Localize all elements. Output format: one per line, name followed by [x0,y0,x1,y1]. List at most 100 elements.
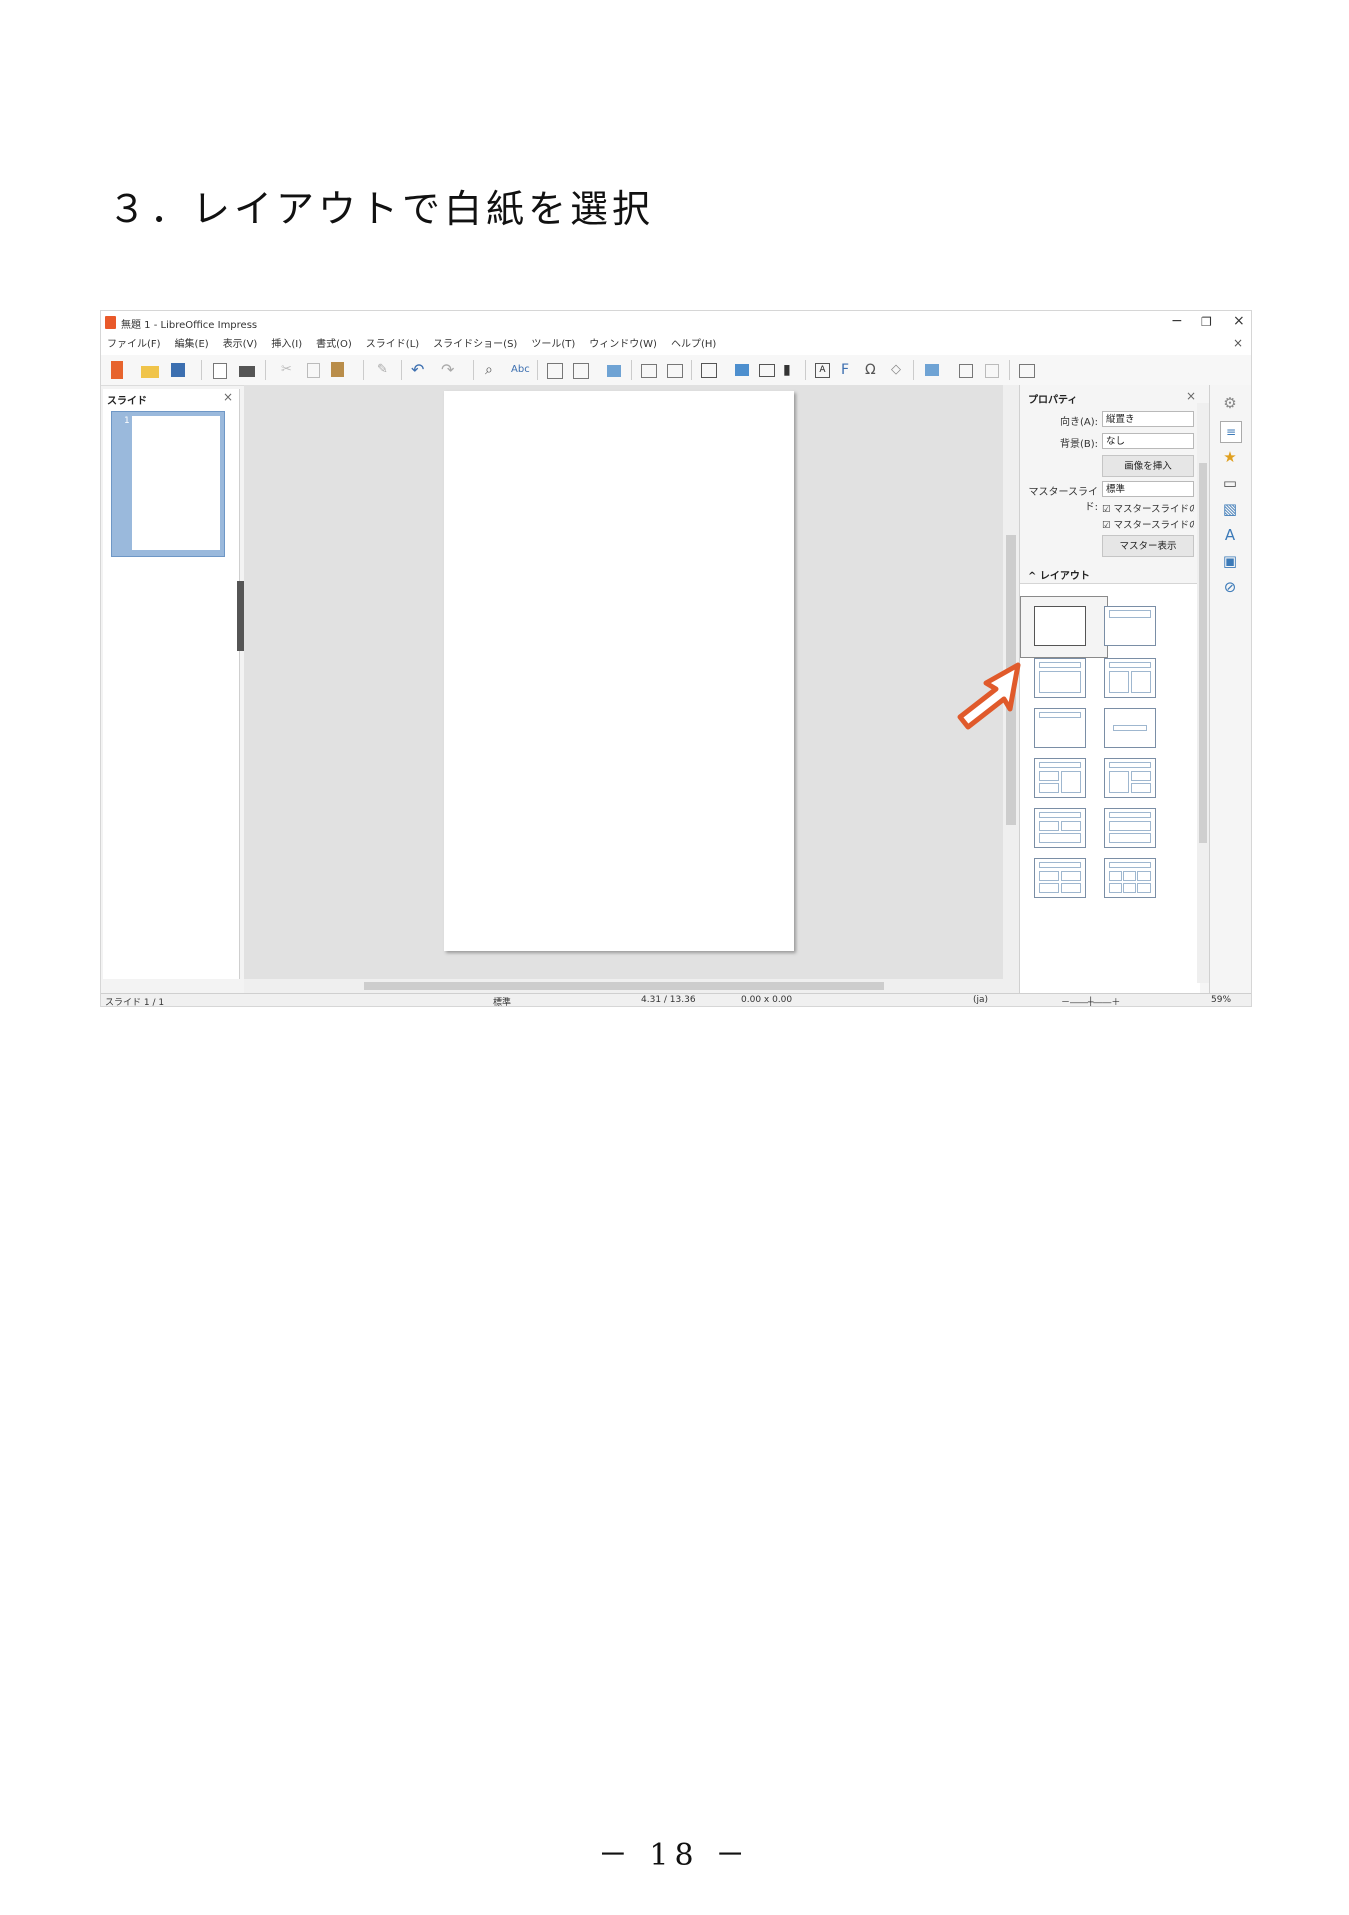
insert-image-button[interactable]: 画像を挿入 [1102,455,1194,477]
display-views-icon[interactable] [573,363,589,379]
master-objects-checkbox[interactable]: ☑ マスタースライドのオブジェクト [1102,517,1194,531]
menu-item-1[interactable]: 編集(E) [175,335,209,355]
orientation-label: 向き(A): [1059,417,1098,428]
toolbar-separator [473,360,474,380]
document-close-icon[interactable]: × [1233,336,1243,350]
layout-title-2-content[interactable] [1104,658,1156,698]
horizontal-scroll-thumb[interactable] [364,982,884,990]
menu-item-4[interactable]: 書式(O) [316,335,352,355]
layout-content-box [1131,771,1151,781]
styles-tab-icon[interactable]: A [1220,525,1240,545]
navigator-tab-icon[interactable]: ⊘ [1220,577,1240,597]
status-zoom[interactable]: 59% [1211,995,1231,1005]
sidebar-scrollbar[interactable] [1197,403,1209,983]
special-character-icon[interactable]: Ω [865,361,883,379]
orientation-select[interactable]: 縦置き [1102,411,1194,427]
animation-tab-icon[interactable]: ▭ [1220,473,1240,493]
fontwork-icon[interactable]: F [841,361,859,379]
grid-icon[interactable] [547,363,563,379]
toolbar-separator [1009,360,1010,380]
table-icon[interactable] [701,363,717,378]
layout-title-only[interactable] [1104,606,1156,646]
minimize-button[interactable]: − [1171,313,1183,329]
slide-thumbnail[interactable]: 1 [111,411,225,557]
slide-transition-tab-icon[interactable]: ★ [1220,447,1240,467]
new-slide-icon[interactable] [641,364,657,378]
find-replace-icon[interactable]: ⌕ [485,361,503,379]
layout-content-box [1039,833,1081,843]
menu-item-6[interactable]: スライドショー(S) [433,335,517,355]
print-icon[interactable] [239,366,255,377]
menu-item-9[interactable]: ヘルプ(H) [671,335,716,355]
properties-tab-icon[interactable]: ≡ [1220,421,1242,443]
sidebar-scroll-thumb[interactable] [1199,463,1207,843]
layout-content-box [1109,833,1151,843]
menu-bar: ファイル(F) 編集(E) 表示(V) 挿入(I) 書式(O) スライド(L) スライドショ… [101,335,1251,355]
slide-pane-splitter[interactable] [237,581,244,651]
slide-page[interactable] [444,391,794,951]
window-title: 無題 1 - LibreOffice Impress [121,320,258,331]
redo-icon[interactable]: ↷ [441,361,459,379]
menu-item-5[interactable]: スライド(L) [366,335,419,355]
save-icon[interactable] [171,363,185,377]
delete-object-icon[interactable] [985,364,999,378]
layout-content-2-content[interactable] [1104,758,1156,798]
layout-section-title[interactable]: ^ レイアウト [1028,567,1090,582]
background-select[interactable]: なし [1102,433,1194,449]
layout-title-slide[interactable] [1034,708,1086,748]
restore-button[interactable]: ❐ [1201,315,1212,329]
open-icon[interactable] [141,366,159,378]
menu-item-2[interactable]: 表示(V) [223,335,258,355]
toolbar-separator [201,360,202,380]
gallery-tab-icon[interactable]: ▣ [1220,551,1240,571]
toolbar-separator [537,360,538,380]
menu-item-8[interactable]: ウィンドウ(W) [589,335,657,355]
master-slide-icon[interactable] [607,365,621,377]
sidebar-settings-icon[interactable]: ⚙ [1220,393,1240,413]
close-button[interactable]: × [1233,313,1245,329]
layout-4-content[interactable] [1034,858,1086,898]
master-background-checkbox[interactable]: ☑ マスタースライドの背景 [1102,501,1194,515]
master-slide-select[interactable]: 標準 [1102,481,1194,497]
clone-formatting-icon[interactable]: ✎ [377,361,395,379]
pointer-arrow [957,662,1021,730]
slide-thumbnail-preview [132,416,220,550]
sidebar-close-icon[interactable]: × [1186,389,1196,403]
textbox-icon[interactable]: A [815,363,830,378]
status-master-name: 標準 [493,998,512,1007]
layout-2-content-over-content[interactable] [1034,808,1086,848]
image-icon[interactable] [735,364,749,376]
layout-content-box [1039,783,1059,793]
zoom-slider[interactable]: －――┼――＋ [1061,995,1120,1006]
layout-title-bar [1039,662,1081,668]
new-icon[interactable] [111,361,123,379]
media-icon[interactable] [759,364,775,377]
master-view-button[interactable]: マスター表示 [1102,535,1194,557]
horizontal-scrollbar[interactable] [244,979,1019,993]
menu-item-7[interactable]: ツール(T) [531,335,575,355]
layout-title-content[interactable] [1034,658,1086,698]
shadow-icon[interactable] [1019,364,1035,378]
layout-content-over-content[interactable] [1104,808,1156,848]
paste-icon[interactable] [331,362,344,377]
layout-2-content-title-content[interactable] [1034,758,1086,798]
copy-icon[interactable] [307,363,320,378]
standard-toolbar: ✂ ✎ ↶ ↷ ⌕ Abc ▮ A F Ω ◇ [101,355,1251,386]
menu-item-0[interactable]: ファイル(F) [107,335,161,355]
menu-item-3[interactable]: 挿入(I) [271,335,302,355]
export-pdf-icon[interactable] [213,363,227,379]
chart-icon[interactable]: ▮ [783,361,801,379]
insert-frame-icon[interactable] [925,364,939,376]
layout-blank[interactable] [1034,606,1086,646]
undo-icon[interactable]: ↶ [411,361,429,379]
spelling-icon[interactable]: Abc [511,361,530,379]
shapes-icon[interactable]: ◇ [891,361,909,379]
slide-pane-close-icon[interactable]: × [223,390,233,404]
object-icon[interactable] [959,364,973,378]
status-bar: スライド 1 / 1 標準 4.31 / 13.36 0.00 x 0.00 (… [101,993,1251,1007]
duplicate-slide-icon[interactable] [667,364,683,378]
master-slides-tab-icon[interactable]: ▧ [1220,499,1240,519]
layout-6-content[interactable] [1104,858,1156,898]
layout-centered-text[interactable] [1104,708,1156,748]
cut-icon[interactable]: ✂ [281,361,299,379]
